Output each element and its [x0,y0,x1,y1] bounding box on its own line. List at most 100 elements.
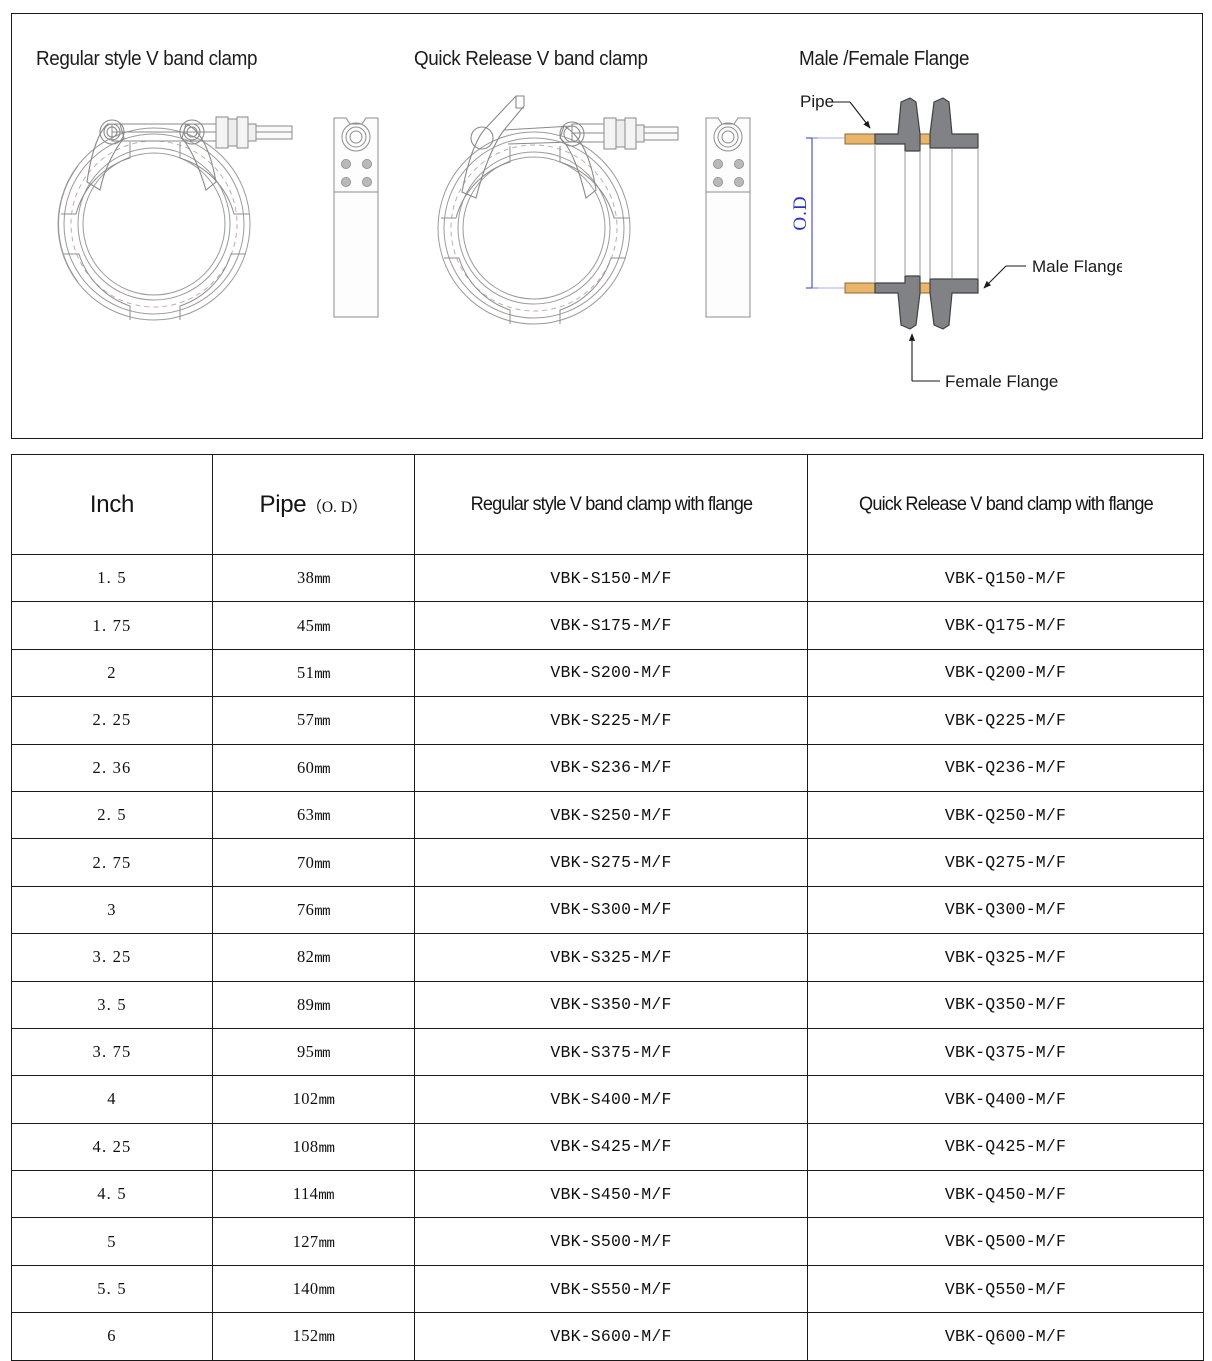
column-header-regular-clamp: Regular style V band clamp with flange [414,454,808,555]
cell-regular-part-number: VBK-S375-M/F [414,1027,808,1077]
cell-pipe-od: 140mm [212,1264,415,1314]
pipe-od-unit: mm [314,1046,331,1063]
male-female-flange-cross-section-drawing: O.D Pipe Male Flange Female Flange [792,92,1122,391]
cell-inch: 1. 75 [11,601,213,650]
pipe-label: Pipe [800,92,834,111]
cell-regular-part-number: VBK-S200-M/F [414,648,808,698]
female-flange-leader-line [908,333,940,382]
pipe-leader-line [832,101,871,129]
cell-regular-part-number: VBK-S450-M/F [414,1170,808,1219]
table-row: 1. 5 38mm VBK-S150-M/F VBK-Q150-M/F [11,553,1204,603]
cell-quick-release-part-number: VBK-Q175-M/F [807,601,1204,650]
cell-regular-part-number: VBK-S425-M/F [414,1122,808,1172]
pipe-od-value: 152 [292,1326,319,1346]
cell-inch: 4 [11,1075,213,1124]
cell-inch: 3. 25 [11,933,213,982]
pipe-od-value: 102 [292,1089,319,1109]
cell-quick-release-part-number: VBK-Q600-M/F [807,1312,1204,1361]
table-row: 3. 75 95mm VBK-S375-M/F VBK-Q375-M/F [11,1027,1204,1077]
cell-regular-part-number: VBK-S300-M/F [414,885,808,935]
cell-inch: 2. 5 [11,790,213,840]
cell-inch: 2 [11,648,213,698]
cell-quick-release-part-number: VBK-Q325-M/F [807,933,1204,982]
quick-release-clamp-side-view-drawing [705,117,751,318]
table-row: 3 76mm VBK-S300-M/F VBK-Q300-M/F [11,885,1204,935]
pipe-od-value: 140 [292,1279,319,1299]
cell-quick-release-part-number: VBK-Q425-M/F [807,1122,1204,1172]
pipe-od-value: 127 [292,1231,319,1251]
column-header-inch-label: Inch [89,490,135,518]
cell-quick-release-part-number: VBK-Q500-M/F [807,1217,1204,1266]
pipe-od-value: 51 [296,662,315,682]
cell-regular-part-number: VBK-S500-M/F [414,1217,808,1266]
pipe-od-unit: mm [318,1188,335,1205]
cell-regular-part-number: VBK-S325-M/F [414,933,808,982]
pipe-od-value: 60 [296,757,315,777]
regular-clamp-side-view-drawing [333,117,379,318]
table-header: Inch Pipe（O. D） Regular style V band cla… [11,454,1204,555]
table-row: 2. 75 70mm VBK-S275-M/F VBK-Q275-M/F [11,838,1204,887]
pipe-word: Pipe [259,490,307,518]
table-row: 5 127mm VBK-S500-M/F VBK-Q500-M/F [11,1217,1204,1266]
cell-regular-part-number: VBK-S350-M/F [414,980,808,1029]
cell-pipe-od: 60mm [212,743,415,792]
figure-title-male-female-flange: Male /Female Flange [799,47,970,70]
cell-regular-part-number: VBK-S150-M/F [414,553,808,603]
cell-inch: 3. 5 [11,980,213,1029]
pipe-od-value: 114 [292,1184,319,1204]
table-row: 4 102mm VBK-S400-M/F VBK-Q400-M/F [11,1075,1204,1124]
table-row: 2. 5 63mm VBK-S250-M/F VBK-Q250-M/F [11,790,1204,840]
quick-release-clamp-front-view-drawing [437,95,679,325]
pipe-od-value: 108 [292,1136,319,1156]
pipe-od-unit: mm [318,1093,335,1110]
pipe-od-unit: mm [318,1330,335,1347]
pipe-od-unit: mm [314,572,331,589]
male-flange-label: Male Flange [1032,257,1122,276]
cell-inch: 4. 5 [11,1170,213,1219]
cell-inch: 5 [11,1217,213,1266]
table-row: 4. 5 114mm VBK-S450-M/F VBK-Q450-M/F [11,1170,1204,1219]
pipe-od-unit: mm [314,998,331,1015]
pipe-od-unit: mm [318,1140,335,1157]
pipe-od-unit: mm [314,856,331,873]
cell-regular-part-number: VBK-S250-M/F [414,790,808,840]
table-row: 3. 25 82mm VBK-S325-M/F VBK-Q325-M/F [11,933,1204,982]
cell-inch: 2. 36 [11,743,213,792]
column-header-quick-release-clamp: Quick Release V band clamp with flange [807,454,1204,555]
male-flange-section [929,97,979,330]
cell-regular-part-number: VBK-S225-M/F [414,696,808,745]
cell-pipe-od: 51mm [212,648,415,698]
pipe-od-value: 76 [296,899,315,919]
table-row: 2 51mm VBK-S200-M/F VBK-Q200-M/F [11,648,1204,698]
cell-inch: 2. 75 [11,838,213,887]
product-diagram-panel: Regular style V band clamp Quick Release… [11,13,1203,439]
cell-quick-release-part-number: VBK-Q150-M/F [807,553,1204,603]
figure-title-quick-release-clamp: Quick Release V band clamp [414,47,648,70]
pipe-od-value: 57 [296,710,315,730]
cell-quick-release-part-number: VBK-Q550-M/F [807,1264,1204,1314]
table-row: 4. 25 108mm VBK-S425-M/F VBK-Q425-M/F [11,1122,1204,1172]
pipe-od-value: 63 [296,805,315,825]
od-suffix: （O. D） [306,498,368,516]
pipe-od-value: 45 [296,615,315,635]
cell-regular-part-number: VBK-S175-M/F [414,601,808,650]
cell-pipe-od: 108mm [212,1122,415,1172]
pipe-od-value: 82 [296,947,315,967]
column-header-pipe-od-label: Pipe（O. D） [260,491,368,518]
cell-inch: 2. 25 [11,696,213,745]
pipe-od-unit: mm [314,903,331,920]
table-row: 5. 5 140mm VBK-S550-M/F VBK-Q550-M/F [11,1264,1204,1314]
cell-pipe-od: 82mm [212,933,415,982]
cell-pipe-od: 152mm [212,1312,415,1361]
pipe-od-value: 38 [296,568,315,588]
cell-pipe-od: 38mm [212,553,415,603]
pipe-od-unit: mm [314,714,331,731]
cell-pipe-od: 89mm [212,980,415,1029]
cell-pipe-od: 127mm [212,1217,415,1266]
cell-regular-part-number: VBK-S236-M/F [414,743,808,792]
pipe-od-unit: mm [314,761,331,778]
pipe-od-value: 89 [296,994,315,1014]
cell-quick-release-part-number: VBK-Q225-M/F [807,696,1204,745]
cell-pipe-od: 102mm [212,1075,415,1124]
pipe-od-unit: mm [318,1235,335,1252]
